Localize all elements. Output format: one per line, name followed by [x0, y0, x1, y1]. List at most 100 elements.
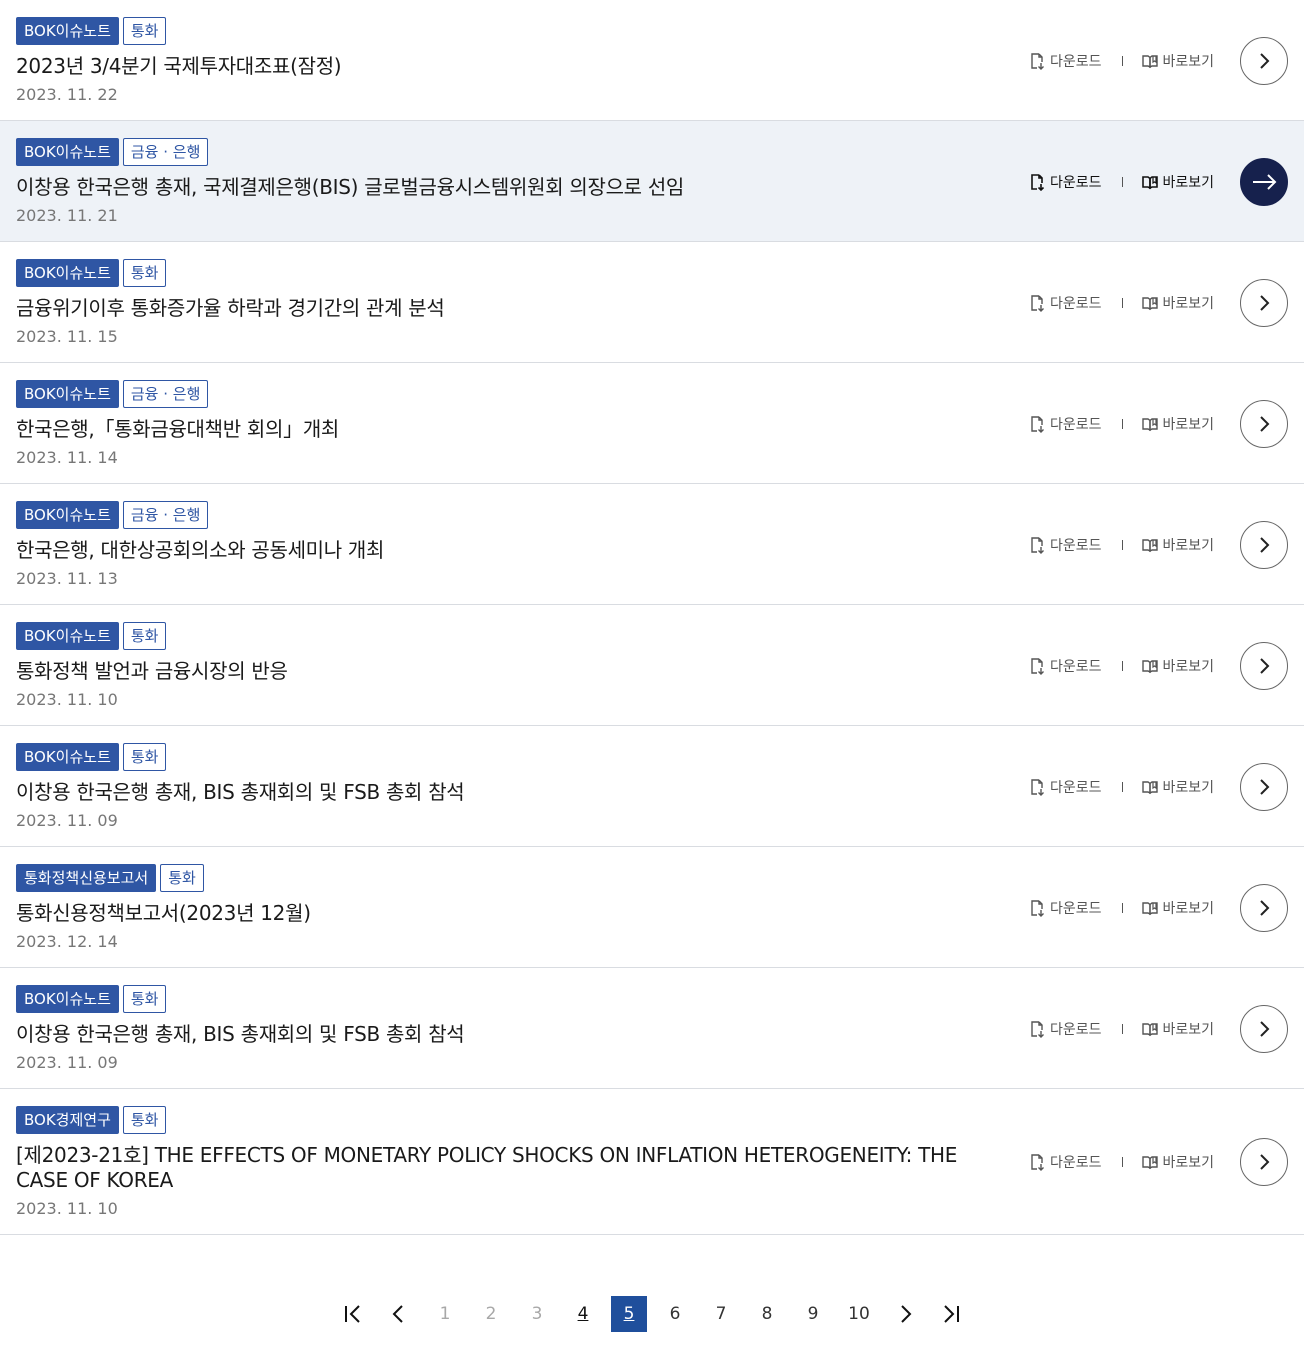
view-button[interactable]: 바로보기 [1141, 898, 1214, 918]
download-button[interactable]: 다운로드 [1028, 1019, 1102, 1039]
topic-badge[interactable]: 금융 · 은행 [122, 138, 209, 166]
open-detail-button[interactable] [1240, 37, 1288, 85]
topic-badge[interactable]: 통화 [122, 743, 167, 771]
category-badge[interactable]: BOK경제연구 [16, 1106, 119, 1134]
download-button[interactable]: 다운로드 [1028, 172, 1102, 192]
category-badge[interactable]: BOK이슈노트 [16, 985, 119, 1013]
download-button[interactable]: 다운로드 [1028, 51, 1102, 71]
download-button[interactable]: 다운로드 [1028, 656, 1102, 676]
category-badge[interactable]: BOK이슈노트 [16, 380, 119, 408]
topic-badge[interactable]: 통화 [122, 985, 167, 1013]
view-button[interactable]: 바로보기 [1141, 51, 1214, 71]
download-button[interactable]: 다운로드 [1028, 535, 1102, 555]
tag-group: BOK이슈노트 통화 [16, 743, 167, 771]
list-item[interactable]: BOK이슈노트 금융 · 은행 이창용 한국은행 총재, 국제결제은행(BIS)… [0, 121, 1304, 242]
item-title[interactable]: 한국은행,「통화금융대책반 회의」개최 [16, 417, 976, 442]
view-label: 바로보기 [1162, 1022, 1215, 1038]
page-number[interactable]: 2 [473, 1296, 509, 1332]
file-download-icon [1031, 295, 1044, 312]
chevron-right-icon [1260, 537, 1270, 553]
item-date: 2023. 11. 15 [16, 327, 118, 346]
open-detail-button[interactable] [1240, 521, 1288, 569]
view-button[interactable]: 바로보기 [1141, 414, 1214, 434]
current-page-number[interactable]: 5 [611, 1296, 647, 1332]
page-number[interactable]: 1 [427, 1296, 463, 1332]
topic-badge[interactable]: 금융 · 은행 [122, 380, 209, 408]
item-title[interactable]: 한국은행, 대한상공회의소와 공동세미나 개최 [16, 538, 976, 563]
topic-badge[interactable]: 통화 [122, 1106, 167, 1134]
list-item[interactable]: BOK이슈노트 통화 통화정책 발언과 금융시장의 반응 2023. 11. 1… [0, 605, 1304, 726]
item-title[interactable]: 통화신용정책보고서(2023년 12월) [16, 901, 976, 926]
open-book-icon [1141, 660, 1158, 674]
next-page-button[interactable] [882, 1296, 928, 1332]
list-item[interactable]: BOK이슈노트 통화 2023년 3/4분기 국제투자대조표(잠정) 2023.… [0, 0, 1304, 121]
category-badge[interactable]: 통화정책신용보고서 [16, 864, 157, 892]
download-button[interactable]: 다운로드 [1028, 1152, 1102, 1172]
open-book-icon [1141, 1023, 1158, 1037]
item-title[interactable]: 통화정책 발언과 금융시장의 반응 [16, 659, 976, 684]
list-item[interactable]: BOK이슈노트 금융 · 은행 한국은행,「통화금융대책반 회의」개최 2023… [0, 363, 1304, 484]
category-badge[interactable]: BOK이슈노트 [16, 17, 119, 45]
download-label: 다운로드 [1050, 780, 1102, 796]
list-item[interactable]: BOK이슈노트 통화 이창용 한국은행 총재, BIS 총재회의 및 FSB 총… [0, 968, 1304, 1089]
topic-badge[interactable]: 통화 [122, 259, 167, 287]
open-detail-button[interactable] [1240, 1005, 1288, 1053]
download-button[interactable]: 다운로드 [1028, 293, 1102, 313]
download-label: 다운로드 [1050, 659, 1102, 675]
category-badge[interactable]: BOK이슈노트 [16, 501, 119, 529]
page-number[interactable]: 8 [749, 1296, 785, 1332]
page-number[interactable]: 4 [565, 1296, 601, 1332]
last-page-button[interactable] [928, 1296, 974, 1332]
download-button[interactable]: 다운로드 [1028, 898, 1102, 918]
category-badge[interactable]: BOK이슈노트 [16, 743, 119, 771]
open-detail-button[interactable] [1240, 763, 1288, 811]
view-button[interactable]: 바로보기 [1141, 777, 1214, 797]
download-button[interactable]: 다운로드 [1028, 777, 1102, 797]
page-number[interactable]: 9 [795, 1296, 831, 1332]
open-detail-button[interactable] [1240, 884, 1288, 932]
list-item[interactable]: BOK경제연구 통화 [제2023-21호] THE EFFECTS OF MO… [0, 1089, 1304, 1235]
list-item[interactable]: BOK이슈노트 금융 · 은행 한국은행, 대한상공회의소와 공동세미나 개최 … [0, 484, 1304, 605]
list-item[interactable]: BOK이슈노트 통화 금융위기이후 통화증가율 하락과 경기간의 관계 분석 2… [0, 242, 1304, 363]
chevron-right-icon [1260, 658, 1270, 674]
first-page-button[interactable] [330, 1296, 376, 1332]
prev-page-button[interactable] [376, 1296, 422, 1332]
topic-badge[interactable]: 통화 [122, 17, 167, 45]
open-detail-button[interactable] [1240, 158, 1288, 206]
topic-badge[interactable]: 통화 [160, 864, 204, 892]
list-item[interactable]: 통화정책신용보고서 통화 통화신용정책보고서(2023년 12월) 2023. … [0, 847, 1304, 968]
open-book-icon [1141, 55, 1158, 69]
item-title[interactable]: 2023년 3/4분기 국제투자대조표(잠정) [16, 54, 976, 79]
open-detail-button[interactable] [1240, 400, 1288, 448]
item-title[interactable]: 이창용 한국은행 총재, BIS 총재회의 및 FSB 총회 참석 [16, 780, 976, 805]
view-button[interactable]: 바로보기 [1141, 656, 1214, 676]
view-button[interactable]: 바로보기 [1141, 1019, 1215, 1039]
open-detail-button[interactable] [1240, 642, 1288, 690]
view-button[interactable]: 바로보기 [1141, 172, 1214, 192]
divider [1121, 782, 1123, 792]
view-button[interactable]: 바로보기 [1141, 1152, 1214, 1172]
view-button[interactable]: 바로보기 [1141, 293, 1214, 313]
open-detail-button[interactable] [1240, 279, 1288, 327]
page-number[interactable]: 6 [657, 1296, 693, 1332]
item-title[interactable]: 금융위기이후 통화증가율 하락과 경기간의 관계 분석 [16, 296, 976, 321]
category-badge[interactable]: BOK이슈노트 [16, 259, 119, 287]
list-item[interactable]: BOK이슈노트 통화 이창용 한국은행 총재, BIS 총재회의 및 FSB 총… [0, 726, 1304, 847]
page-number[interactable]: 7 [703, 1296, 739, 1332]
download-label: 다운로드 [1050, 1022, 1102, 1038]
download-button[interactable]: 다운로드 [1028, 414, 1102, 434]
item-actions: 다운로드 바로보기 [1028, 51, 1214, 71]
divider [1121, 1024, 1123, 1034]
page-number[interactable]: 3 [519, 1296, 555, 1332]
topic-badge[interactable]: 금융 · 은행 [122, 501, 209, 529]
open-book-icon [1141, 176, 1158, 190]
topic-badge[interactable]: 통화 [122, 622, 167, 650]
item-title[interactable]: 이창용 한국은행 총재, 국제결제은행(BIS) 글로벌금융시스템위원회 의장으… [16, 175, 976, 200]
category-badge[interactable]: BOK이슈노트 [16, 138, 119, 166]
category-badge[interactable]: BOK이슈노트 [16, 622, 119, 650]
page-number[interactable]: 10 [841, 1296, 877, 1332]
item-title[interactable]: [제2023-21호] THE EFFECTS OF MONETARY POLI… [16, 1143, 976, 1193]
item-title[interactable]: 이창용 한국은행 총재, BIS 총재회의 및 FSB 총회 참석 [16, 1022, 976, 1047]
view-button[interactable]: 바로보기 [1141, 535, 1214, 555]
open-detail-button[interactable] [1240, 1138, 1288, 1186]
